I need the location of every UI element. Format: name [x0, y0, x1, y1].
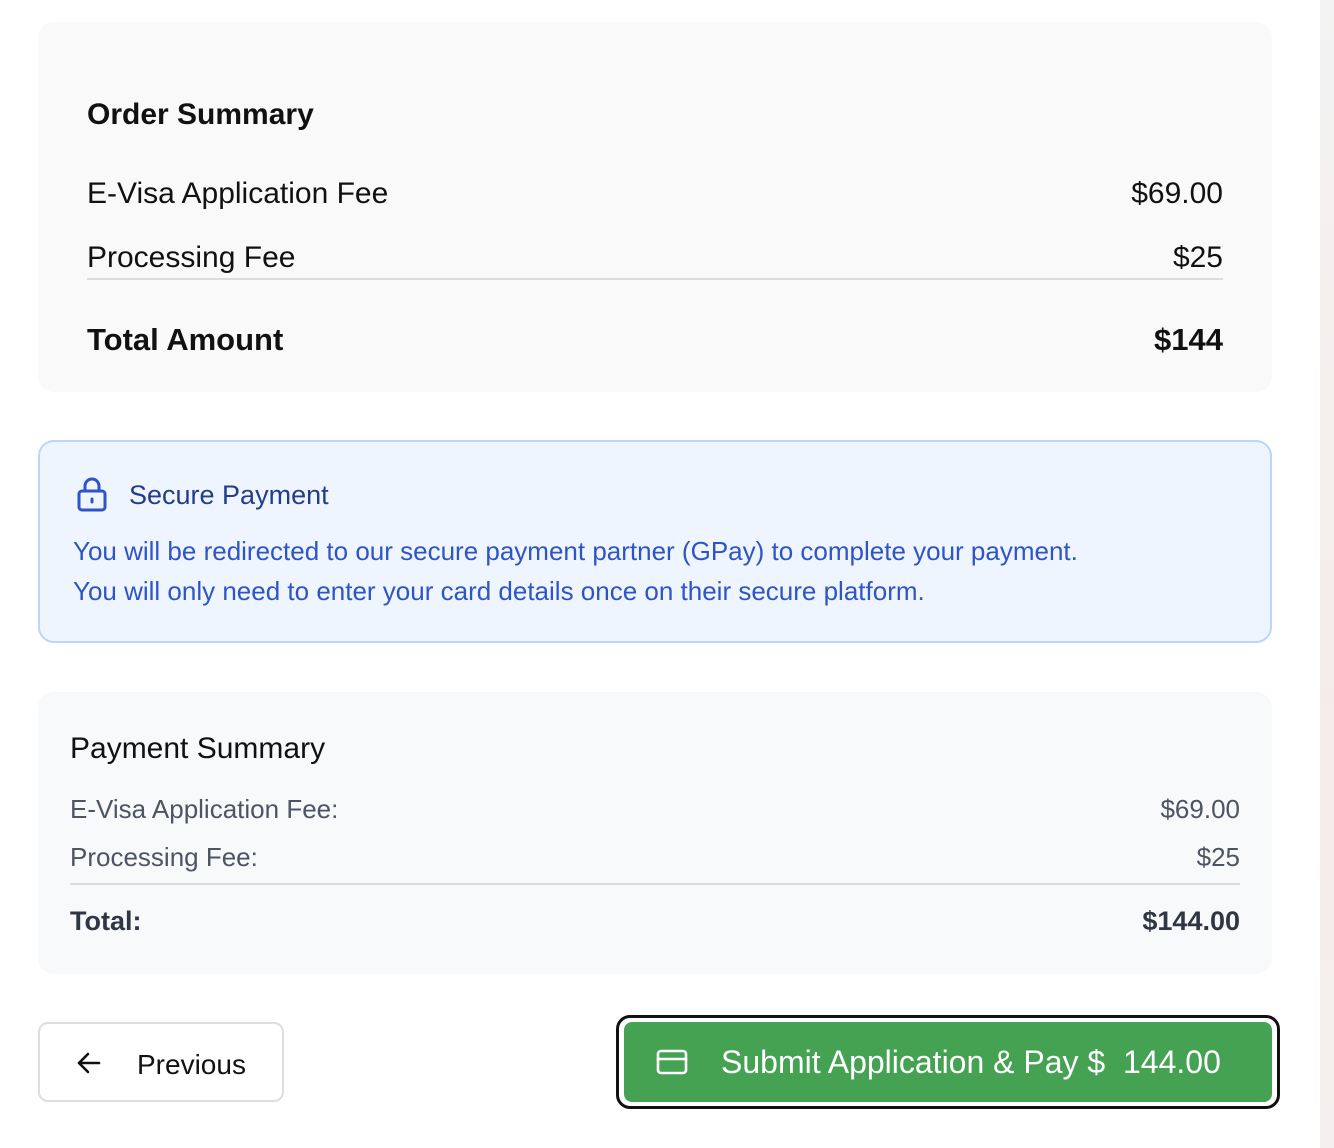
order-row-value: $25 — [1172, 241, 1223, 274]
payment-summary-divider — [70, 883, 1240, 885]
arrow-left-icon — [77, 1052, 101, 1074]
submit-button-label: Submit Application & Pay $ 144.00 — [721, 1044, 1221, 1080]
payment-summary-title: Payment Summary — [70, 732, 326, 765]
order-row-application-fee: E-Visa Application Fee $69.00 — [87, 177, 1223, 211]
credit-card-icon — [656, 1049, 688, 1075]
order-row-label: Processing Fee — [87, 241, 296, 274]
order-summary-divider — [87, 278, 1223, 280]
secure-payment-text-line2: You will only need to enter your card de… — [73, 576, 925, 606]
order-summary-title: Order Summary — [87, 98, 314, 131]
payment-row-processing-fee: Processing Fee: $25 — [70, 842, 1240, 873]
payment-total-value: $144.00 — [1142, 906, 1240, 936]
order-row-value: $69.00 — [1131, 177, 1223, 210]
page-edge-strip — [1320, 0, 1334, 1148]
payment-row-label: E-Visa Application Fee: — [70, 794, 339, 824]
order-row-label: E-Visa Application Fee — [87, 177, 389, 210]
order-total-row: Total Amount $144 — [87, 322, 1223, 358]
payment-row-label: Processing Fee: — [70, 842, 258, 872]
secure-payment-title: Secure Payment — [129, 480, 329, 510]
secure-payment-text-line1: You will be redirected to our secure pay… — [73, 536, 1078, 566]
payment-total-row: Total: $144.00 — [70, 906, 1240, 937]
order-total-label: Total Amount — [87, 322, 284, 357]
order-summary-card: Order Summary E-Visa Application Fee $69… — [38, 22, 1272, 392]
previous-button[interactable]: Previous — [38, 1022, 284, 1102]
payment-summary-card: Payment Summary E-Visa Application Fee: … — [38, 692, 1272, 974]
submit-and-pay-button[interactable]: Submit Application & Pay $ 144.00 — [624, 1022, 1272, 1102]
order-total-value: $144 — [1154, 322, 1223, 357]
payment-row-value: $25 — [1196, 842, 1240, 872]
payment-total-label: Total: — [70, 906, 142, 936]
payment-row-value: $69.00 — [1160, 794, 1240, 824]
secure-payment-notice: Secure Payment You will be redirected to… — [38, 440, 1272, 643]
previous-button-label: Previous — [137, 1049, 246, 1080]
payment-row-application-fee: E-Visa Application Fee: $69.00 — [70, 794, 1240, 825]
lock-icon — [77, 477, 107, 512]
order-row-processing-fee: Processing Fee $25 — [87, 241, 1223, 275]
